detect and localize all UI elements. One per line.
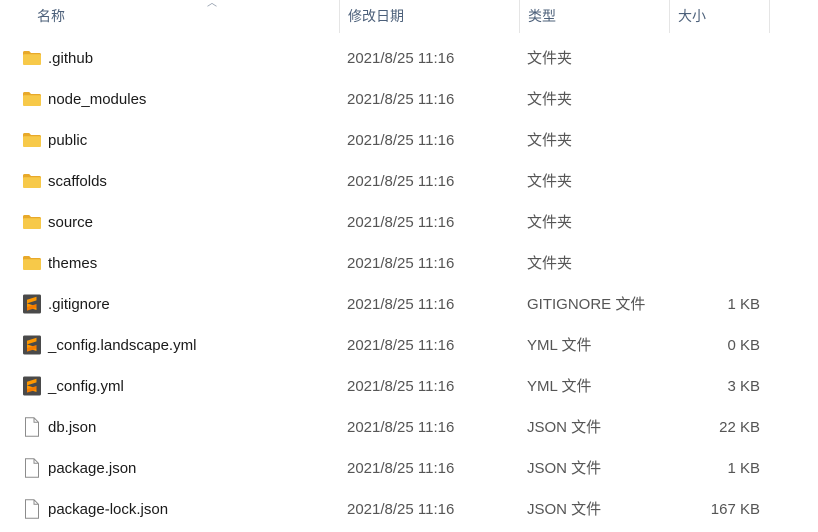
file-name: package.json [48, 460, 137, 477]
blank-file-icon [22, 458, 42, 478]
file-name: public [48, 132, 88, 149]
file-name: themes [48, 255, 98, 272]
file-size: 0 KB [727, 337, 760, 354]
file-name: package-lock.json [48, 501, 169, 518]
file-type: JSON 文件 [527, 460, 602, 477]
column-header-name[interactable]: 名称 ︿ [29, 0, 340, 33]
file-type: YML 文件 [527, 378, 592, 395]
column-header-type[interactable]: 类型 [520, 0, 670, 33]
file-type: 文件夹 [527, 173, 573, 190]
sublime-file-icon [22, 376, 42, 396]
file-modified-date: 2021/8/25 11:16 [347, 460, 455, 477]
column-header-date[interactable]: 修改日期 [340, 0, 520, 33]
file-row[interactable]: package-lock.json 2021/8/25 11:16 JSON 文件 1… [0, 489, 818, 530]
file-type: 文件夹 [527, 132, 573, 149]
file-name: .gitignore [48, 296, 110, 313]
file-type: GITIGNORE 文件 [527, 296, 646, 313]
folder-icon [22, 89, 42, 109]
file-row[interactable]: themes 2021/8/25 11:16 文件夹 [0, 243, 818, 284]
file-name: _config.landscape.yml [48, 337, 197, 354]
file-name: source [48, 214, 94, 231]
column-header-size-label: 大小 [678, 8, 706, 24]
column-header-type-label: 类型 [528, 8, 556, 24]
file-size [670, 38, 760, 79]
file-row[interactable]: package.json 2021/8/25 11:16 JSON 文件 1 KB [0, 448, 818, 489]
file-row[interactable]: node_modules 2021/8/25 11:16 文件夹 [0, 79, 818, 120]
file-size [670, 202, 760, 243]
file-name: node_modules [48, 91, 147, 108]
file-modified-date: 2021/8/25 11:16 [347, 337, 455, 354]
file-explorer: 名称 ︿ 修改日期 类型 大小 .github 2021/8/25 11:16 文件… [0, 0, 818, 532]
file-modified-date: 2021/8/25 11:16 [347, 173, 455, 190]
file-modified-date: 2021/8/25 11:16 [347, 91, 455, 108]
file-size: 22 KB [719, 419, 760, 436]
file-row[interactable]: _config.yml 2021/8/25 11:16 YML 文件 3 KB [0, 366, 818, 407]
folder-icon [22, 253, 42, 273]
folder-icon [22, 130, 42, 150]
file-row[interactable]: public 2021/8/25 11:16 文件夹 [0, 120, 818, 161]
file-modified-date: 2021/8/25 11:16 [347, 50, 455, 67]
file-type: 文件夹 [527, 214, 573, 231]
blank-file-icon [22, 499, 42, 519]
file-type: YML 文件 [527, 337, 592, 354]
file-size [670, 120, 760, 161]
sublime-file-icon [22, 294, 42, 314]
column-header-name-label: 名称 [37, 8, 65, 24]
file-modified-date: 2021/8/25 11:16 [347, 214, 455, 231]
file-size: 167 KB [710, 501, 760, 518]
folder-icon [22, 171, 42, 191]
file-name: _config.yml [48, 378, 124, 395]
file-name: .github [48, 50, 94, 67]
sublime-file-icon [22, 335, 42, 355]
blank-file-icon [22, 417, 42, 437]
file-row[interactable]: source 2021/8/25 11:16 文件夹 [0, 202, 818, 243]
sort-ascending-icon: ︿ [207, 0, 217, 9]
file-type: 文件夹 [527, 50, 573, 67]
file-modified-date: 2021/8/25 11:16 [347, 378, 455, 395]
file-size: 1 KB [727, 460, 760, 477]
file-name: db.json [48, 419, 97, 436]
file-size [670, 161, 760, 202]
file-type: JSON 文件 [527, 419, 602, 436]
file-size [670, 79, 760, 120]
file-name: scaffolds [48, 173, 107, 190]
file-size [670, 243, 760, 284]
file-row[interactable]: _config.landscape.yml 2021/8/25 11:16 YML … [0, 325, 818, 366]
file-modified-date: 2021/8/25 11:16 [347, 501, 455, 518]
file-row[interactable]: scaffolds 2021/8/25 11:16 文件夹 [0, 161, 818, 202]
file-type: 文件夹 [527, 91, 573, 108]
file-modified-date: 2021/8/25 11:16 [347, 419, 455, 436]
folder-icon [22, 48, 42, 68]
file-type: 文件夹 [527, 255, 573, 272]
file-size: 3 KB [727, 378, 760, 395]
file-modified-date: 2021/8/25 11:16 [347, 296, 455, 313]
folder-icon [22, 212, 42, 232]
file-type: JSON 文件 [527, 501, 602, 518]
file-row[interactable]: .gitignore 2021/8/25 11:16 GITIGNORE 文件 1 K… [0, 284, 818, 325]
file-modified-date: 2021/8/25 11:16 [347, 132, 455, 149]
column-header-bar: 名称 ︿ 修改日期 类型 大小 [0, 0, 818, 33]
file-size: 1 KB [727, 296, 760, 313]
file-row[interactable]: db.json 2021/8/25 11:16 JSON 文件 22 KB [0, 407, 818, 448]
column-header-size[interactable]: 大小 [670, 0, 770, 33]
column-header-date-label: 修改日期 [348, 8, 404, 24]
file-modified-date: 2021/8/25 11:16 [347, 255, 455, 272]
file-list: .github 2021/8/25 11:16 文件夹 node_modules 20… [0, 38, 818, 530]
file-row[interactable]: .github 2021/8/25 11:16 文件夹 [0, 38, 818, 79]
